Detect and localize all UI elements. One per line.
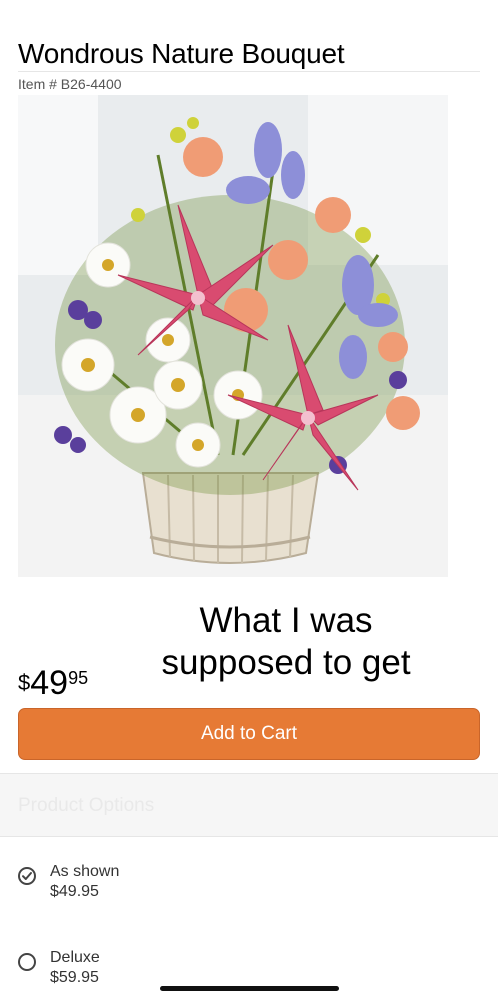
product-price: $4995 [18, 664, 88, 703]
bouquet-photo-icon [18, 95, 448, 577]
product-options-heading: Product Options [18, 795, 155, 816]
price-cents: 95 [68, 668, 89, 688]
radio-unchecked-icon[interactable] [18, 953, 36, 971]
option-price: $59.95 [50, 969, 99, 986]
option-name: As shown [50, 863, 120, 880]
option-as-shown[interactable]: As shown $49.95 [18, 863, 218, 909]
home-indicator[interactable] [160, 986, 339, 991]
product-title: Wondrous Nature Bouquet [18, 38, 345, 69]
option-price: $49.95 [50, 883, 99, 900]
product-image[interactable] [18, 95, 448, 577]
option-name: Deluxe [50, 949, 100, 966]
overlay-caption: What I was supposed to get [161, 601, 411, 682]
add-to-cart-button[interactable]: Add to Cart [18, 708, 480, 760]
title-divider [18, 71, 480, 72]
price-currency: $ [18, 670, 31, 695]
item-number: Item # B26-4400 [18, 76, 122, 92]
product-options-header: Product Options [0, 773, 498, 837]
radio-checked-icon[interactable] [18, 867, 36, 885]
price-whole: 49 [30, 664, 69, 702]
